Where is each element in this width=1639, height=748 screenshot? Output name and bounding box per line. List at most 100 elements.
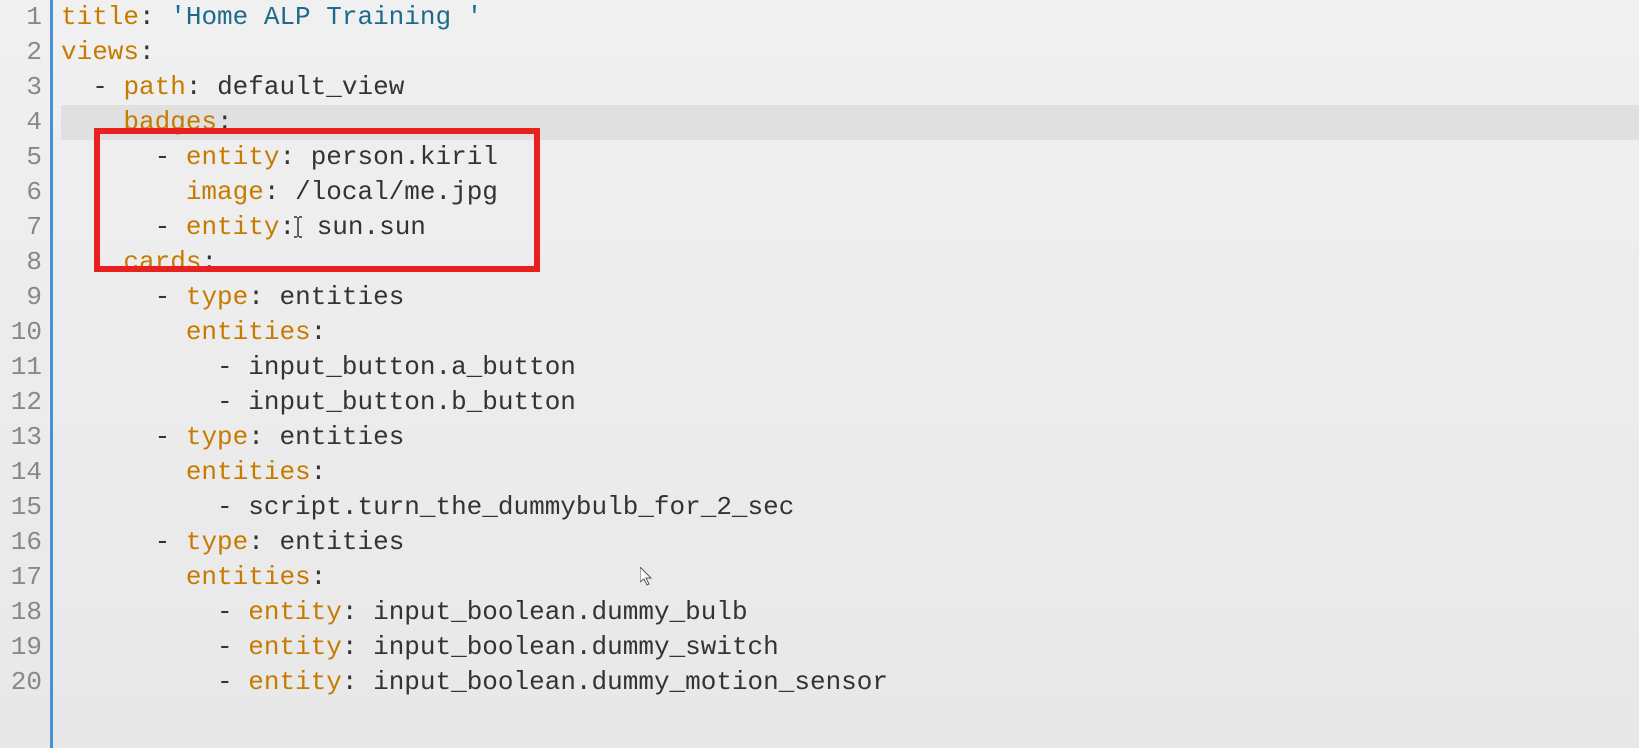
code-line[interactable]: - input_button.a_button <box>61 350 1639 385</box>
line-number: 19 <box>0 630 42 665</box>
token-plain: person.kiril <box>311 142 498 172</box>
token-plain: input_boolean.dummy_switch <box>373 632 779 662</box>
token-punct: : <box>342 667 373 697</box>
code-line[interactable]: - entity: sun.sun <box>61 210 1639 245</box>
code-line[interactable]: - entity: input_boolean.dummy_switch <box>61 630 1639 665</box>
code-line[interactable]: entities: <box>61 560 1639 595</box>
code-editor[interactable]: 1234567891011121314151617181920 title: '… <box>0 0 1639 748</box>
line-number: 4 <box>0 105 42 140</box>
code-line[interactable]: - type: entities <box>61 280 1639 315</box>
line-number: 8 <box>0 245 42 280</box>
line-number: 16 <box>0 525 42 560</box>
code-line[interactable]: image: /local/me.jpg <box>61 175 1639 210</box>
line-number: 13 <box>0 420 42 455</box>
token-key: type <box>186 422 248 452</box>
token-punct: : <box>139 37 155 67</box>
token-str: 'Home ALP Training ' <box>170 2 482 32</box>
code-line[interactable]: - script.turn_the_dummybulb_for_2_sec <box>61 490 1639 525</box>
token-punct: : <box>342 632 373 662</box>
token-plain: script.turn_the_dummybulb_for_2_sec <box>248 492 794 522</box>
token-punct: - <box>217 597 248 627</box>
token-punct: - <box>155 422 186 452</box>
line-number-gutter: 1234567891011121314151617181920 <box>0 0 50 748</box>
token-punct: - <box>217 352 248 382</box>
line-number: 12 <box>0 385 42 420</box>
token-punct: - <box>155 142 186 172</box>
line-number: 15 <box>0 490 42 525</box>
token-punct: : <box>311 562 327 592</box>
token-key: entities <box>186 562 311 592</box>
line-number: 1 <box>0 0 42 35</box>
token-key: title <box>61 2 139 32</box>
code-line[interactable]: - input_button.b_button <box>61 385 1639 420</box>
token-punct: : <box>248 527 279 557</box>
code-line[interactable]: - type: entities <box>61 525 1639 560</box>
code-line[interactable]: title: 'Home ALP Training ' <box>61 0 1639 35</box>
token-punct: - <box>217 492 248 522</box>
token-punct: - <box>155 212 186 242</box>
token-plain: input_button.b_button <box>248 387 576 417</box>
token-punct: : <box>201 247 217 277</box>
token-key: entity <box>248 632 342 662</box>
code-line[interactable]: cards: <box>61 245 1639 280</box>
token-plain: input_boolean.dummy_motion_sensor <box>373 667 888 697</box>
code-line[interactable]: entities: <box>61 315 1639 350</box>
token-key: image <box>186 177 264 207</box>
token-key: path <box>123 72 185 102</box>
line-number: 17 <box>0 560 42 595</box>
token-plain: /local/me.jpg <box>295 177 498 207</box>
code-line[interactable]: entities: <box>61 455 1639 490</box>
token-plain: default_view <box>217 72 404 102</box>
token-key: badges <box>123 107 217 137</box>
token-punct: : <box>139 2 170 32</box>
line-number: 14 <box>0 455 42 490</box>
token-punct: - <box>155 282 186 312</box>
token-key: entity <box>248 667 342 697</box>
line-number: 5 <box>0 140 42 175</box>
token-punct: : <box>311 457 327 487</box>
token-key: views <box>61 37 139 67</box>
token-key: entities <box>186 457 311 487</box>
code-line[interactable]: - path: default_view <box>61 70 1639 105</box>
token-punct: - <box>217 667 248 697</box>
token-punct: - <box>217 632 248 662</box>
line-number: 3 <box>0 70 42 105</box>
token-plain: entities <box>279 422 404 452</box>
token-key: type <box>186 282 248 312</box>
token-punct: : <box>279 142 310 172</box>
token-key: entity <box>186 142 280 172</box>
token-key: entities <box>186 317 311 347</box>
code-line[interactable]: - entity: input_boolean.dummy_motion_sen… <box>61 665 1639 700</box>
token-punct: : <box>311 317 327 347</box>
token-punct: - <box>92 72 123 102</box>
code-line[interactable]: - entity: person.kiril <box>61 140 1639 175</box>
line-number: 20 <box>0 665 42 700</box>
line-number: 10 <box>0 315 42 350</box>
code-line[interactable]: views: <box>61 35 1639 70</box>
token-punct: : <box>342 597 373 627</box>
token-punct: : <box>217 107 233 137</box>
line-number: 2 <box>0 35 42 70</box>
token-plain: sun.sun <box>317 212 426 242</box>
token-plain: entities <box>279 527 404 557</box>
code-area[interactable]: title: 'Home ALP Training 'views: - path… <box>53 0 1639 748</box>
token-key: entity <box>186 212 280 242</box>
line-number: 7 <box>0 210 42 245</box>
line-number: 18 <box>0 595 42 630</box>
token-punct: : <box>186 72 217 102</box>
token-punct: - <box>217 387 248 417</box>
token-punct: : <box>248 282 279 312</box>
token-plain: input_boolean.dummy_bulb <box>373 597 747 627</box>
token-plain: entities <box>279 282 404 312</box>
token-punct: - <box>155 527 186 557</box>
mouse-cursor-icon <box>640 565 654 585</box>
code-line[interactable]: - entity: input_boolean.dummy_bulb <box>61 595 1639 630</box>
token-punct: : <box>264 177 295 207</box>
token-punct <box>301 212 317 242</box>
token-key: type <box>186 527 248 557</box>
code-line[interactable]: badges: <box>61 105 1639 140</box>
line-number: 11 <box>0 350 42 385</box>
code-line[interactable]: - type: entities <box>61 420 1639 455</box>
line-number: 6 <box>0 175 42 210</box>
line-number: 9 <box>0 280 42 315</box>
